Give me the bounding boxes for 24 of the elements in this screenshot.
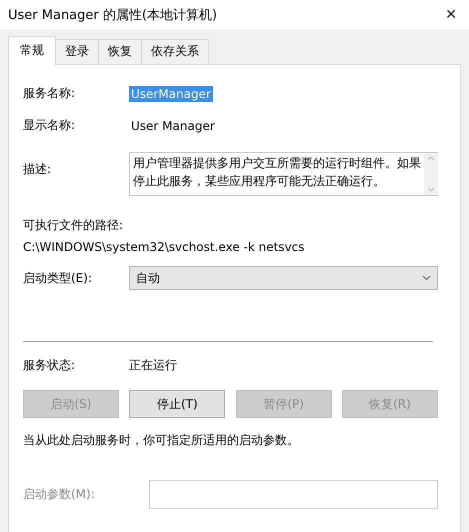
tab[interactable]: 依存关系 — [141, 39, 209, 64]
service-button[interactable]: 停止(T) — [129, 390, 226, 418]
field-label: 服务名称: — [23, 85, 76, 102]
window-title: User Manager 的属性(本地计算机) — [8, 7, 218, 24]
field-label: 启动类型(E): — [23, 270, 93, 286]
tab[interactable]: 常规 — [8, 36, 56, 65]
startup-type-dropdown[interactable]: 自动 — [129, 266, 438, 290]
path-value: C:\WINDOWS\system32\svchost.exe -k netsvcs — [23, 240, 306, 254]
path-label: 可执行文件的路径: — [23, 217, 124, 234]
status-value: 正在运行 — [129, 357, 177, 374]
field-label: 启动参数(M): — [23, 486, 96, 503]
close-button[interactable]: ✕ — [445, 7, 457, 23]
description-box[interactable]: 用户管理器提供多用户交互所需要的运行时组件。如果停止此服务，某些应用程序可能无法正确运行。 — [129, 152, 438, 196]
scroll-up-icon[interactable] — [427, 156, 435, 161]
scroll-down-icon[interactable] — [427, 187, 435, 192]
field-value: UserManager — [129, 86, 213, 102]
field-label: 服务状态: — [23, 357, 76, 374]
scrollbar[interactable] — [424, 153, 438, 195]
start-params-field[interactable] — [149, 480, 438, 509]
field-value: User Manager — [130, 118, 216, 134]
field-label: 显示名称: — [23, 117, 76, 134]
field-label: 描述: — [23, 161, 52, 178]
hint-text: 当从此处启动服务时，你可指定所适用的启动参数。 — [23, 432, 300, 449]
caret-icon — [422, 275, 431, 281]
